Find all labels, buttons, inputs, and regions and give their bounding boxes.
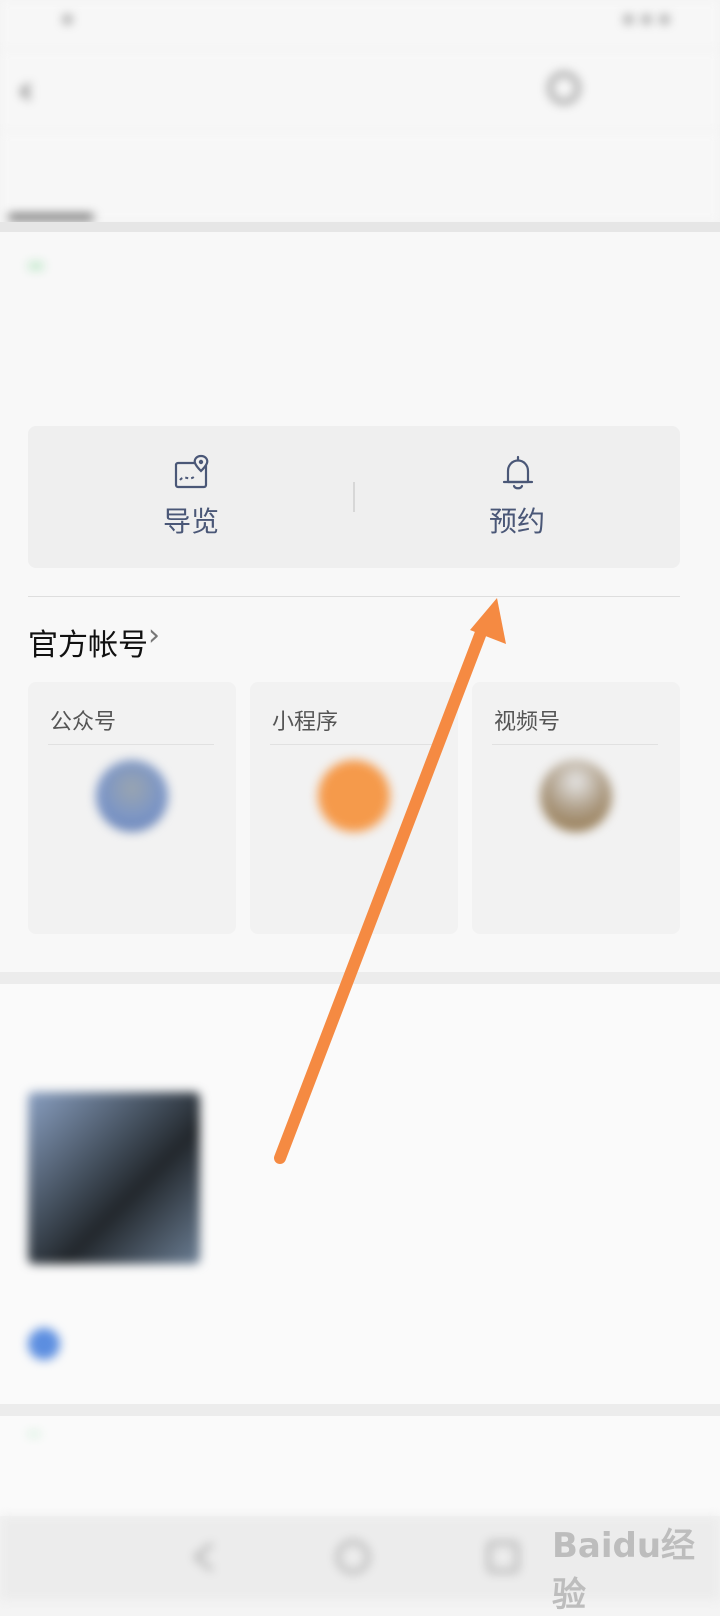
divider bbox=[492, 744, 658, 745]
chevron-right-icon[interactable]: › bbox=[148, 618, 160, 653]
divider bbox=[270, 744, 436, 745]
place-card: 导览 预约 官方帐号 › 公众号 小程序 视频号 bbox=[0, 232, 720, 972]
account-card-label: 视频号 bbox=[494, 710, 561, 735]
nearby-section bbox=[0, 984, 720, 1404]
avatar bbox=[96, 760, 168, 832]
search-icon[interactable] bbox=[548, 72, 580, 104]
recent-apps-icon[interactable] bbox=[484, 1538, 522, 1576]
divider bbox=[48, 744, 214, 745]
account-card-label: 公众号 bbox=[50, 710, 117, 735]
divider bbox=[0, 222, 720, 232]
active-tab-indicator bbox=[8, 214, 94, 220]
guide-label: 导览 bbox=[162, 505, 219, 538]
tab-bar bbox=[0, 132, 720, 222]
action-panel: 导览 预约 bbox=[28, 426, 680, 568]
account-card-label: 小程序 bbox=[272, 710, 339, 735]
back-icon[interactable] bbox=[186, 1538, 224, 1576]
section-gap bbox=[0, 1404, 720, 1416]
map-pin-icon bbox=[174, 454, 209, 489]
video-account-card[interactable]: 视频号 bbox=[472, 682, 680, 934]
status-bar: * * * * bbox=[0, 0, 720, 50]
reserve-button[interactable]: 预约 bbox=[354, 426, 680, 568]
nearby-image[interactable] bbox=[28, 1092, 200, 1264]
info-icon bbox=[28, 1328, 60, 1360]
home-icon[interactable] bbox=[334, 1538, 372, 1576]
guide-button[interactable]: 导览 bbox=[28, 426, 354, 568]
official-accounts-title[interactable]: 官方帐号 bbox=[28, 620, 148, 664]
bell-icon bbox=[502, 455, 534, 490]
bottom-title-highlight[interactable] bbox=[28, 1432, 40, 1436]
baidu-watermark-logo: Baidu经验 bbox=[552, 1526, 696, 1615]
reserve-label: 预约 bbox=[488, 505, 545, 538]
avatar bbox=[318, 760, 390, 832]
official-account-card[interactable]: 公众号 bbox=[28, 682, 236, 934]
status-right-text: * * * bbox=[623, 12, 670, 37]
section-divider bbox=[28, 596, 680, 597]
section-gap bbox=[0, 972, 720, 984]
bottom-section bbox=[0, 1416, 720, 1516]
mini-program-card[interactable]: 小程序 bbox=[250, 682, 458, 934]
place-name[interactable] bbox=[28, 262, 44, 270]
avatar bbox=[540, 760, 612, 832]
status-left-text: * bbox=[62, 12, 73, 37]
top-navigation: ‹ bbox=[0, 50, 720, 132]
back-arrow-icon[interactable]: ‹ bbox=[18, 70, 58, 110]
